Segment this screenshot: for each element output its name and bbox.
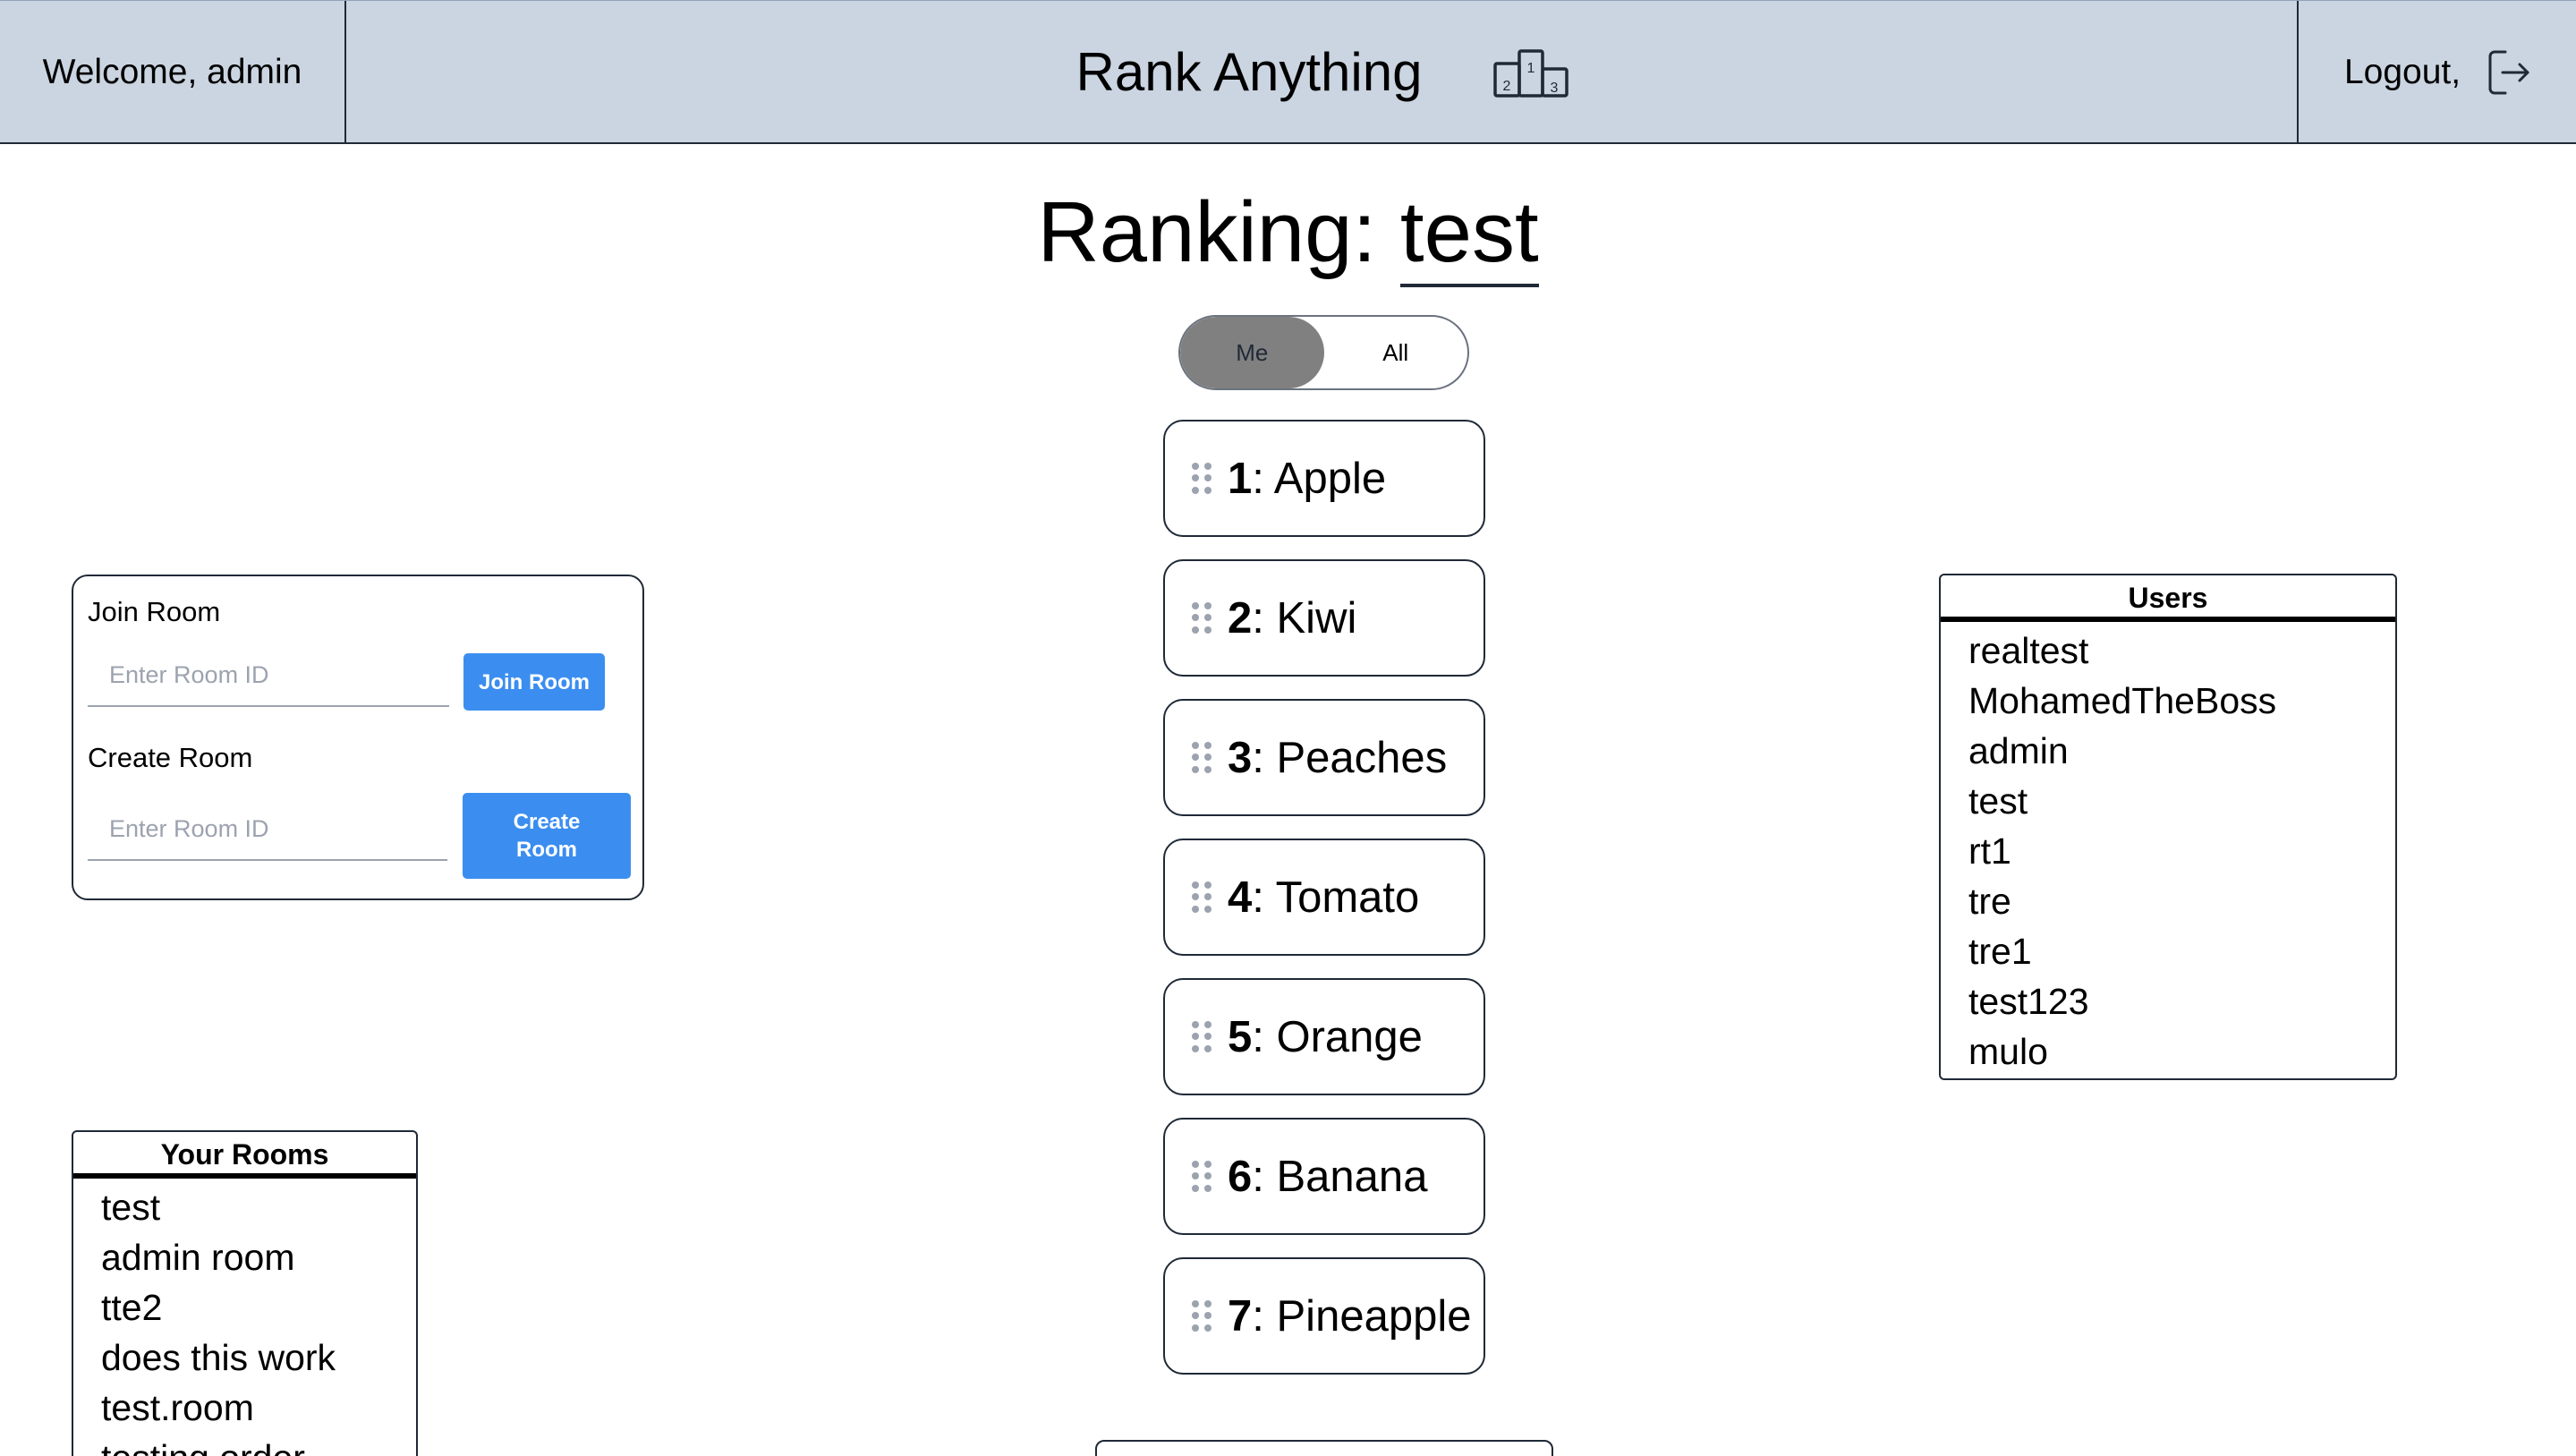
rank-number: 6	[1228, 1152, 1253, 1201]
app-title-section: Rank Anything 1 2 3	[346, 1, 2299, 143]
drag-handle-icon[interactable]	[1192, 462, 1211, 495]
rank-item-text: 6: Banana	[1228, 1152, 1427, 1202]
drag-handle-icon[interactable]	[1192, 1160, 1211, 1193]
create-room-label: Create Room	[88, 742, 253, 773]
room-item[interactable]: test.room	[101, 1383, 416, 1433]
user-item[interactable]: tre	[1968, 876, 2395, 926]
rank-separator: :	[1252, 873, 1276, 922]
rank-number: 7	[1228, 1291, 1253, 1341]
your-rooms-title: Your Rooms	[73, 1132, 416, 1179]
svg-text:3: 3	[1551, 81, 1559, 96]
rank-item-name: Pineapple	[1276, 1291, 1472, 1341]
drag-handle-icon[interactable]	[1192, 1299, 1211, 1333]
rank-item-name: Banana	[1276, 1152, 1428, 1201]
users-panel: Users realtest MohamedTheBoss admin test rt1…	[1939, 574, 2397, 1080]
rank-item[interactable]: 4: Tomato	[1163, 839, 1485, 956]
join-room-label: Join Room	[88, 596, 221, 627]
drag-handle-icon[interactable]	[1192, 741, 1211, 774]
drag-handle-icon[interactable]	[1192, 881, 1211, 914]
rank-item-text: 3: Peaches	[1228, 733, 1447, 783]
rank-item-name: Peaches	[1276, 733, 1448, 782]
rank-item-name: Apple	[1273, 454, 1387, 503]
rank-item[interactable]: 2: Kiwi	[1163, 559, 1485, 677]
room-item[interactable]: does this work	[101, 1333, 416, 1383]
user-item[interactable]: tre1	[1968, 926, 2395, 976]
welcome-section: Welcome, admin	[0, 1, 346, 143]
user-item[interactable]: test	[1968, 776, 2395, 826]
rank-item-text: 7: Pineapple	[1228, 1291, 1471, 1341]
logout-icon[interactable]	[2487, 49, 2530, 96]
logout-label[interactable]: Logout,	[2344, 53, 2461, 92]
top-header: Welcome, admin Rank Anything 1 2 3 Logou…	[0, 0, 2576, 144]
create-room-input[interactable]	[88, 798, 447, 861]
your-rooms-panel: Your Rooms test admin room tte2 does this w…	[72, 1130, 418, 1456]
rank-separator: :	[1252, 454, 1274, 503]
drag-handle-icon[interactable]	[1192, 1020, 1211, 1053]
ranking-prefix: Ranking:	[1037, 184, 1400, 280]
rank-item[interactable]: 5: Orange	[1163, 978, 1485, 1095]
user-item[interactable]: realtest	[1968, 626, 2395, 676]
rank-number: 2	[1228, 593, 1253, 643]
rank-item[interactable]: 3: Peaches	[1163, 699, 1485, 816]
rank-separator: :	[1252, 1012, 1277, 1061]
rank-item[interactable]: 1: Apple	[1163, 420, 1485, 537]
welcome-text: Welcome, admin	[42, 52, 302, 91]
podium-icon: 1 2 3	[1493, 42, 1569, 102]
rank-separator: :	[1252, 1152, 1277, 1201]
rank-item-text: 1: Apple	[1228, 454, 1386, 504]
room-item[interactable]: admin room	[101, 1232, 416, 1282]
rank-item[interactable]: 7: Pineapple	[1163, 1257, 1485, 1375]
rank-item[interactable]: 6: Banana	[1163, 1118, 1485, 1235]
room-item[interactable]: tte2	[101, 1282, 416, 1333]
toggle-all[interactable]: All	[1324, 317, 1468, 388]
user-item[interactable]: MohamedTheBoss	[1968, 676, 2395, 726]
room-item[interactable]: testing order	[101, 1433, 416, 1456]
rank-separator: :	[1252, 733, 1277, 782]
rank-item-name: Kiwi	[1276, 593, 1357, 643]
user-item[interactable]: rt1	[1968, 826, 2395, 876]
page-title: Ranking: test	[0, 183, 2576, 287]
room-panel: Join Room Join Room Create Room Create R…	[72, 575, 644, 900]
app-title: Rank Anything	[1075, 42, 1423, 102]
rank-number: 1	[1228, 454, 1253, 503]
room-name: test	[1399, 184, 1539, 287]
logout-section: Logout,	[2297, 1, 2576, 143]
rank-separator: :	[1252, 593, 1277, 643]
ranking-list: 1: Apple 2: Kiwi 3: Peaches 4: Tomato 5: Ora…	[1163, 420, 1485, 1397]
rank-item-name: Tomato	[1275, 873, 1420, 922]
create-room-button[interactable]: Create Room	[463, 793, 631, 879]
rank-item-text: 5: Orange	[1228, 1012, 1423, 1062]
toggle-me[interactable]: Me	[1180, 317, 1324, 388]
bottom-panel	[1095, 1440, 1553, 1456]
join-room-input[interactable]	[88, 644, 449, 707]
users-title: Users	[1941, 575, 2395, 622]
rank-separator: :	[1252, 1291, 1277, 1341]
user-item[interactable]: mulo	[1968, 1026, 2395, 1077]
rank-number: 5	[1228, 1012, 1253, 1061]
rank-number: 4	[1228, 873, 1253, 922]
view-toggle[interactable]: Me All	[1178, 315, 1469, 390]
rank-number: 3	[1228, 733, 1253, 782]
drag-handle-icon[interactable]	[1192, 601, 1211, 634]
rank-item-text: 2: Kiwi	[1228, 593, 1356, 643]
svg-text:1: 1	[1527, 61, 1535, 76]
svg-text:2: 2	[1503, 79, 1511, 94]
join-room-button[interactable]: Join Room	[463, 653, 605, 711]
room-item[interactable]: test	[101, 1182, 416, 1232]
users-list: realtest MohamedTheBoss admin test rt1 tre tre…	[1941, 622, 2395, 1077]
user-item[interactable]: admin	[1968, 726, 2395, 776]
rank-item-name: Orange	[1276, 1012, 1423, 1061]
rank-item-text: 4: Tomato	[1228, 873, 1419, 923]
user-item[interactable]: test123	[1968, 976, 2395, 1026]
rooms-list: test admin room tte2 does this work test.roo…	[73, 1179, 416, 1456]
